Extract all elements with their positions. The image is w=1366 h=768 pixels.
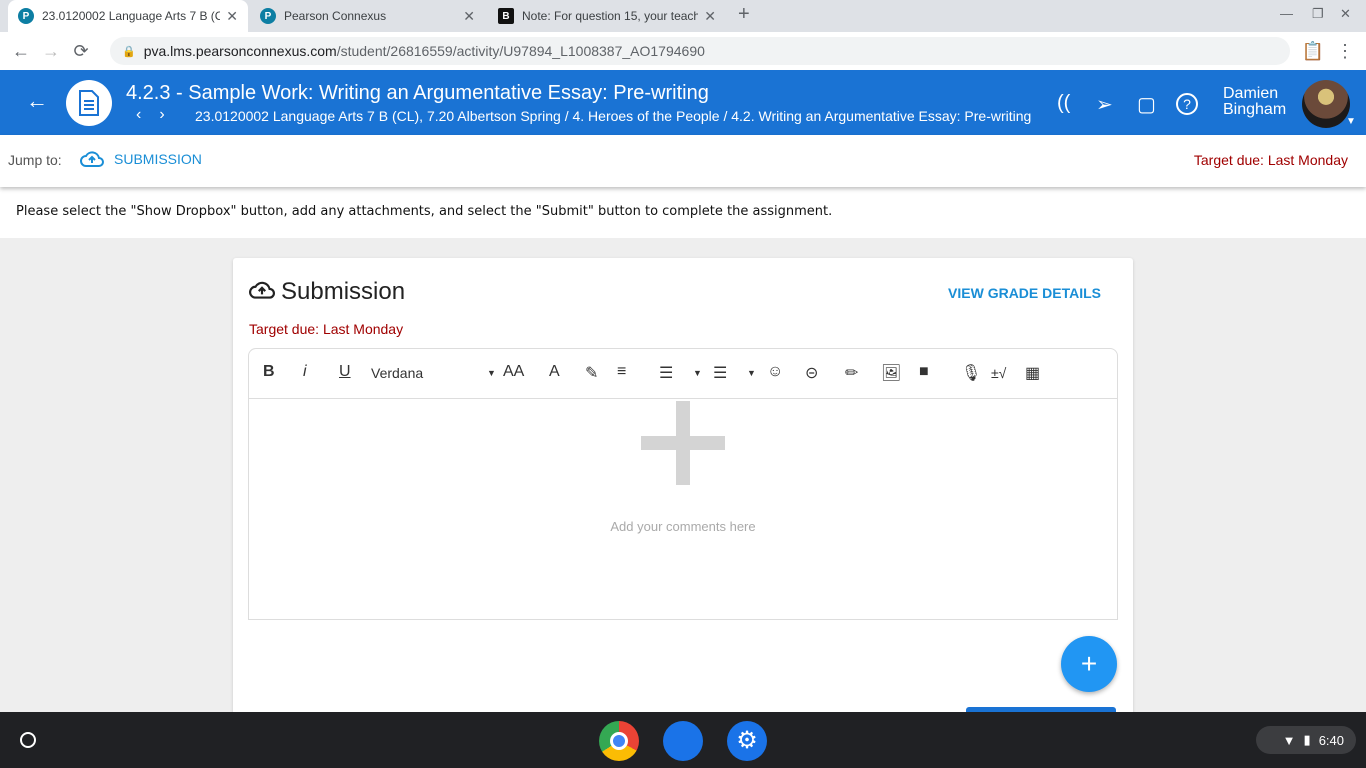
caret-down-icon[interactable]: ▼ — [747, 368, 756, 378]
cloud-upload-icon — [80, 151, 104, 167]
bold-button[interactable]: B — [263, 363, 275, 381]
previous-chevron-icon[interactable]: ‹ — [136, 106, 159, 123]
tab-language-arts[interactable]: P 23.0120002 Language Arts 7 B (CL) ✕ — [8, 0, 248, 32]
document-icon — [66, 80, 112, 126]
user-name[interactable]: Damien Bingham — [1223, 86, 1286, 118]
video-icon[interactable]: ■ — [919, 363, 929, 381]
editor-toolbar: B i U Verdana ▼ AA A ✎ ≡ ☰ ▼ ☰ ▼ ☺ ⊝ ✏ 🖼… — [249, 349, 1117, 399]
pearson-icon: P — [260, 8, 276, 24]
image-icon[interactable]: 🖼 — [881, 363, 901, 383]
jump-bar: Jump to: SUBMISSION Target due: Last Mon… — [0, 135, 1366, 187]
add-fab-button[interactable]: + — [1061, 636, 1117, 692]
jump-submission-link[interactable]: SUBMISSION — [80, 150, 202, 168]
clock: 6:40 — [1318, 732, 1344, 748]
bullet-list-icon[interactable]: ☰ — [713, 363, 727, 383]
taskbar: ⚙ ▼ ▮ 6:40 — [0, 712, 1366, 768]
table-icon[interactable]: ▦ — [1025, 363, 1040, 383]
caret-down-icon[interactable]: ▼ — [693, 368, 702, 378]
files-icon[interactable] — [663, 721, 703, 761]
microphone-icon[interactable]: 🎙 — [961, 363, 981, 383]
new-tab-button[interactable]: + — [738, 3, 750, 26]
lock-icon: 🔒 — [122, 45, 136, 58]
emoji-icon[interactable]: ☺ — [767, 363, 783, 381]
launcher-icon[interactable] — [20, 732, 36, 748]
forward-icon[interactable]: → — [36, 41, 66, 62]
close-window-button[interactable]: ✕ — [1340, 6, 1351, 22]
hearing-icon[interactable]: (( — [1057, 92, 1070, 115]
font-size-button[interactable]: AA — [503, 363, 524, 381]
tab-pearson-connexus[interactable]: P Pearson Connexus ✕ — [250, 0, 485, 32]
caret-down-icon[interactable]: ▼ — [1346, 116, 1356, 127]
back-arrow-icon[interactable]: ← — [26, 88, 48, 114]
target-due: Target due: Last Monday — [1193, 152, 1348, 168]
cloud-upload-icon — [249, 281, 275, 299]
view-grade-details-button[interactable]: VIEW GRADE DETAILS — [948, 285, 1101, 301]
wifi-icon: ▼ — [1282, 732, 1296, 748]
ordered-list-icon[interactable]: ☰ — [659, 363, 673, 383]
submission-card: Submission VIEW GRADE DETAILS Target due… — [233, 258, 1133, 718]
restore-button[interactable]: ❐ — [1312, 6, 1324, 22]
chrome-icon[interactable] — [599, 721, 639, 761]
target-due: Target due: Last Monday — [249, 321, 404, 337]
avatar[interactable] — [1302, 80, 1350, 128]
close-tab-icon[interactable]: ✕ — [463, 8, 475, 25]
course-header: ← 4.2.3 - Sample Work: Writing an Argume… — [0, 70, 1366, 135]
reload-icon[interactable]: ⟳ — [66, 41, 96, 62]
instructions: Please select the "Show Dropbox" button,… — [0, 187, 1366, 238]
comment-placeholder: Add your comments here — [610, 519, 756, 534]
page-title: 4.2.3 - Sample Work: Writing an Argument… — [126, 82, 709, 104]
clipboard-extension-icon[interactable]: 📋 — [1298, 41, 1328, 62]
add-icon[interactable] — [641, 401, 725, 485]
font-family-select[interactable]: Verdana — [371, 365, 423, 381]
pearson-icon: P — [18, 8, 34, 24]
brainly-icon: B — [498, 8, 514, 24]
tab-brainly-note[interactable]: B Note: For question 15, your teacher ✕ — [488, 0, 726, 32]
settings-icon[interactable]: ⚙ — [727, 721, 767, 761]
sticky-note-icon[interactable]: ▢ — [1137, 92, 1156, 117]
comment-editor[interactable]: B i U Verdana ▼ AA A ✎ ≡ ☰ ▼ ☰ ▼ ☺ ⊝ ✏ 🖼… — [248, 348, 1118, 620]
breadcrumb: 23.0120002 Language Arts 7 B (CL), 7.20 … — [195, 108, 1032, 124]
battery-icon: ▮ — [1303, 732, 1311, 747]
url-field[interactable]: 🔒 pva.lms.pearsonconnexus.com/student/26… — [110, 37, 1290, 65]
underline-button[interactable]: U — [339, 363, 351, 381]
text-color-icon[interactable]: A — [549, 363, 560, 381]
highlighter-icon[interactable]: ✎ — [585, 363, 598, 383]
link-icon[interactable]: ⊝ — [805, 363, 818, 383]
close-tab-icon[interactable]: ✕ — [226, 8, 238, 25]
submission-title: Submission — [281, 278, 406, 305]
address-bar-row: ← → ⟳ 🔒 pva.lms.pearsonconnexus.com/stud… — [0, 32, 1366, 70]
send-icon[interactable]: ➢ — [1096, 92, 1113, 117]
pencil-icon[interactable]: ✏ — [845, 363, 858, 383]
minimize-button[interactable]: — — [1280, 6, 1293, 21]
align-icon[interactable]: ≡ — [617, 363, 626, 381]
math-button[interactable]: ±√ — [991, 365, 1006, 381]
back-icon[interactable]: ← — [6, 41, 36, 62]
menu-icon[interactable]: ⋮ — [1330, 41, 1360, 62]
close-tab-icon[interactable]: ✕ — [704, 8, 716, 25]
status-tray[interactable]: ▼ ▮ 6:40 — [1256, 726, 1356, 754]
tab-strip: P 23.0120002 Language Arts 7 B (CL) ✕ P … — [0, 0, 1366, 32]
caret-down-icon[interactable]: ▼ — [487, 368, 496, 378]
italic-button[interactable]: i — [303, 363, 307, 381]
next-chevron-icon[interactable]: › — [159, 106, 182, 123]
help-icon[interactable]: ? — [1176, 93, 1198, 115]
